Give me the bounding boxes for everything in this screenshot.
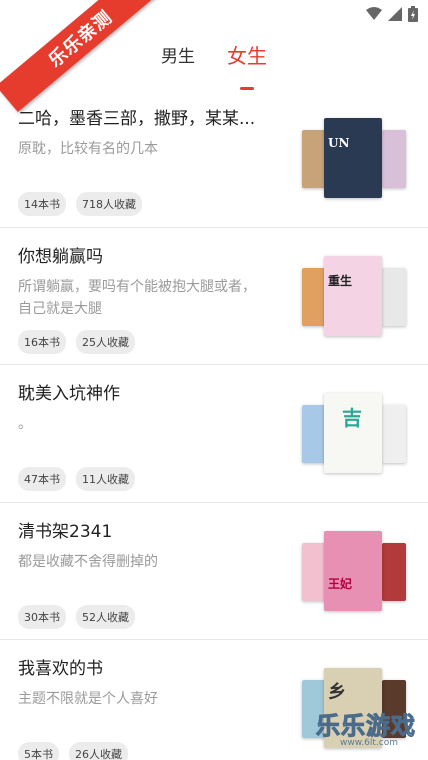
tab-female-label: 女生 (227, 44, 267, 68)
booklist-desc: 原耽，比较有名的几本 (18, 141, 158, 157)
book-cover-main: 王妃 (324, 530, 382, 611)
book-cover-left (302, 130, 326, 188)
wifi-icon (366, 7, 382, 20)
cover-stack: 王妃 (302, 530, 406, 613)
booklist-item[interactable]: 你想躺赢吗 所谓躺赢，要吗有个能被抱大腿或者，自己就是大腿 16本书 25人收藏… (0, 228, 428, 365)
site-watermark: 乐乐游戏 www.6lt.com (302, 704, 422, 756)
booklist-list: 二哈，墨香三部，撒野，某某... 原耽，比较有名的几本 14本书 718人收藏 … (0, 90, 428, 760)
book-count-badge: 47本书 (18, 467, 66, 491)
booklist-title: 你想躺赢吗 (18, 246, 103, 267)
book-cover-right (382, 267, 406, 326)
favorite-count-badge: 25人收藏 (76, 329, 135, 354)
book-cover-main: UN (324, 118, 382, 198)
book-count-badge: 16本书 (18, 329, 66, 354)
book-cover-right (382, 542, 406, 601)
favorite-count-badge: 718人收藏 (76, 192, 142, 216)
signal-icon (388, 7, 402, 21)
favorite-count-badge: 26人收藏 (69, 742, 128, 760)
book-cover-main: 吉 (324, 393, 382, 473)
cover-title: 乡 (328, 682, 346, 703)
cover-title: 王妃 (328, 576, 353, 591)
book-cover-main: 重生 (324, 255, 382, 336)
booklist-item[interactable]: 耽美入坑神作 。 47本书 11人收藏 吉 (0, 365, 428, 503)
book-count-badge: 14本书 (18, 192, 66, 216)
booklist-item[interactable]: 清书架2341 都是收藏不舍得删掉的 30本书 52人收藏 王妃 (0, 503, 428, 640)
book-cover-left (302, 267, 326, 326)
booklist-desc: 所谓躺赢，要吗有个能被抱大腿或者，自己就是大腿 (18, 278, 256, 317)
cover-stack: UN (302, 118, 406, 200)
booklist-title: 二哈，墨香三部，撒野，某某... (18, 109, 256, 129)
booklist-title: 耽美入坑神作 (18, 384, 120, 404)
cover-stack: 吉 (302, 393, 406, 475)
booklist-desc: 。 (18, 416, 32, 432)
cover-title: 重生 (328, 273, 353, 288)
status-bar (0, 0, 428, 30)
tab-female[interactable]: 女生 (223, 40, 271, 90)
cover-title: UN (328, 136, 350, 150)
book-cover-left (302, 542, 326, 601)
booklist-desc: 都是收藏不舍得删掉的 (18, 553, 158, 570)
favorite-count-badge: 52人收藏 (76, 604, 135, 629)
favorite-count-badge: 11人收藏 (76, 467, 135, 491)
status-icons (366, 6, 418, 22)
tab-male[interactable]: 男生 (157, 42, 199, 82)
book-count-badge: 5本书 (18, 742, 59, 760)
book-cover-right (382, 130, 406, 188)
book-count-badge: 30本书 (18, 604, 66, 629)
book-cover-left (302, 405, 326, 463)
booklist-title: 清书架2341 (18, 521, 113, 542)
booklist-desc: 主题不限就是个人喜好 (18, 691, 158, 707)
watermark-text: 乐乐游戏 (316, 712, 416, 741)
book-cover-right (382, 405, 406, 463)
booklist-item[interactable]: 二哈，墨香三部，撒野，某某... 原耽，比较有名的几本 14本书 718人收藏 … (0, 90, 428, 228)
cover-title: 吉 (342, 406, 362, 430)
watermark-url: www.6lt.com (340, 738, 398, 748)
battery-icon (408, 6, 418, 22)
booklist-title: 我喜欢的书 (18, 659, 103, 679)
cover-stack: 重生 (302, 255, 406, 338)
